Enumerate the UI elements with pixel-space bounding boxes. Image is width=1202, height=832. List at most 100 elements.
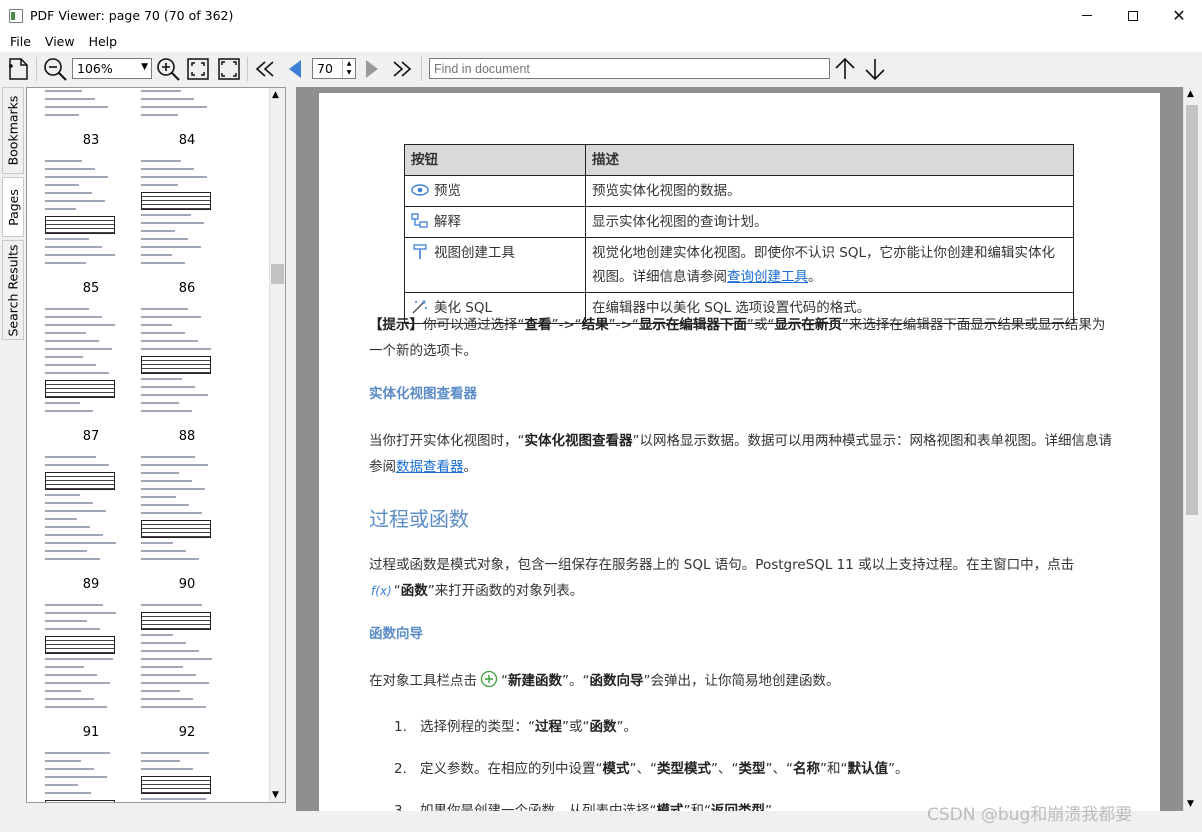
scroll-up-icon[interactable]: ▲ <box>272 90 279 100</box>
page-thumbnail[interactable] <box>137 88 217 126</box>
table-header: 按钮 <box>404 144 586 176</box>
tab-bookmarks[interactable]: Bookmarks <box>2 87 24 174</box>
tab-search-results[interactable]: Search Results <box>2 240 24 340</box>
page-thumbnail[interactable] <box>41 88 121 126</box>
scroll-handle[interactable] <box>271 264 284 284</box>
wizard-paragraph: 在对象工具栏点击 “新建函数”。“函数向导”会弹出，让你简易地创建函数。 <box>369 668 1114 694</box>
table-row: 预览 预览实体化视图的数据。 <box>404 175 1074 207</box>
query-builder-link[interactable]: 查询创建工具 <box>727 269 808 285</box>
thumbnail-page-number: 83 <box>82 133 100 148</box>
list-item: 2. 定义参数。在相应的列中设置“模式”、“类型模式”、“类型”、“名称”和“默认… <box>394 761 909 777</box>
scroll-handle[interactable] <box>1186 105 1198 515</box>
thumbnail-page-number: 88 <box>178 429 196 444</box>
double-chevron-left-icon <box>255 61 274 77</box>
buttons-table: 按钮 描述 预览 预览实体化视图的数据。 解释 显示实体化视图的查询计划。 视图… <box>404 144 1074 324</box>
double-chevron-right-icon <box>393 61 412 77</box>
tab-pages[interactable]: Pages <box>2 177 24 237</box>
list-item: 1. 选择例程的类型：“过程”或“函数”。 <box>394 719 637 735</box>
data-viewer-link[interactable]: 数据查看器 <box>396 459 464 475</box>
table-header: 描述 <box>585 144 1074 176</box>
previous-page-button[interactable] <box>284 56 306 82</box>
add-icon <box>480 670 498 688</box>
page-thumbnail[interactable] <box>137 304 217 422</box>
viewer-paragraph: 当你打开实体化视图时，“实体化视图查看器”以网格显示数据。数据可以用两种模式显示… <box>369 433 1112 475</box>
hammer-icon <box>413 244 427 259</box>
page-thumbnail[interactable] <box>137 156 217 274</box>
thumbnail-page-number: 87 <box>82 429 100 444</box>
triangle-right-icon <box>366 60 378 78</box>
thumbnail-page-number: 89 <box>82 577 100 592</box>
menu-help[interactable]: Help <box>82 34 125 49</box>
find-next-button[interactable] <box>863 56 887 82</box>
find-previous-button[interactable] <box>833 56 857 82</box>
page-thumbnail[interactable] <box>137 452 217 570</box>
list-item: 3. 如果你是创建一个函数，从列表中选择“模式”和“返回类型”。 <box>394 803 786 811</box>
zoom-in-button[interactable] <box>155 56 181 82</box>
button-name: 视图创建工具 <box>434 245 515 261</box>
zoom-out-icon <box>44 58 67 81</box>
scroll-down-icon[interactable]: ▼ <box>1187 799 1194 809</box>
document-view[interactable]: 按钮 描述 预览 预览实体化视图的数据。 解释 显示实体化视图的查询计划。 视图… <box>296 87 1200 811</box>
zoom-combo[interactable]: 106% ▼ <box>72 58 152 79</box>
wizard-heading: 函数向导 <box>369 626 423 642</box>
zoom-value: 106% <box>77 61 113 76</box>
viewer-heading: 实体化视图查看器 <box>369 386 477 402</box>
thumbnail-page-number: 91 <box>82 725 100 740</box>
tip-paragraph: 【提示】你可以通过选择“查看”->“结果”->“显示在编辑器下面”或“显示在新页… <box>369 317 1106 359</box>
menu-view[interactable]: View <box>38 34 82 49</box>
open-file-button[interactable] <box>6 56 32 82</box>
find-input[interactable] <box>429 58 830 79</box>
minimize-button[interactable] <box>1064 0 1110 31</box>
maximize-button[interactable] <box>1110 0 1156 31</box>
button-description: 预览实体化视图的数据。 <box>585 175 1074 207</box>
page-spinbox[interactable]: 70 ▲ ▼ <box>312 58 356 79</box>
spin-arrows-icon[interactable]: ▲ ▼ <box>342 59 355 78</box>
page-thumbnail[interactable] <box>41 600 121 718</box>
function-icon: f(x) <box>371 584 392 598</box>
page-thumbnail[interactable] <box>41 156 121 274</box>
thumbnail-scrollbar[interactable]: ▲ ▼ <box>269 88 285 802</box>
table-row: 视图创建工具 视觉化地创建实体化视图。即使你不认识 SQL，它亦能让你创建和编辑… <box>404 237 1074 293</box>
button-description: 显示实体化视图的查询计划。 <box>585 206 1074 238</box>
eye-icon <box>411 184 429 196</box>
next-page-button[interactable] <box>361 56 383 82</box>
last-page-button[interactable] <box>390 56 414 82</box>
first-page-button[interactable] <box>253 56 277 82</box>
section-paragraph: 过程或函数是模式对象，包含一组保存在服务器上的 SQL 语句。PostgreSQ… <box>369 557 1075 599</box>
button-description: 视觉化地创建实体化视图。即使你不认识 SQL，它亦能让你创建和编辑实体化视图。详… <box>585 237 1074 293</box>
fit-width-button[interactable] <box>217 56 241 82</box>
table-row: 解释 显示实体化视图的查询计划。 <box>404 206 1074 238</box>
button-name: 预览 <box>434 183 461 199</box>
pdf-page: 按钮 描述 预览 预览实体化视图的数据。 解释 显示实体化视图的查询计划。 视图… <box>319 93 1160 811</box>
thumbnail-page-number: 85 <box>82 281 100 296</box>
app-icon <box>9 8 23 23</box>
fit-page-icon <box>187 58 209 80</box>
toolbar: 106% ▼ 70 ▲ ▼ <box>0 52 1202 86</box>
triangle-left-icon <box>289 60 301 78</box>
menu-bar: File View Help <box>0 31 1202 52</box>
window-title: PDF Viewer: page 70 (70 of 362) <box>30 8 234 23</box>
button-name: 解释 <box>434 214 461 230</box>
menu-file[interactable]: File <box>0 34 38 49</box>
fit-page-button[interactable] <box>186 56 210 82</box>
close-button[interactable]: ✕ <box>1156 0 1202 31</box>
watermark: CSDN @bug和崩溃我都要 <box>927 805 1133 825</box>
arrow-up-icon <box>835 57 855 79</box>
scroll-up-icon[interactable]: ▲ <box>1187 89 1194 99</box>
thumbnail-page-number: 84 <box>178 133 196 148</box>
arrow-down-icon <box>865 59 885 81</box>
thumbnail-page-number: 90 <box>178 577 196 592</box>
scroll-down-icon[interactable]: ▼ <box>272 790 279 800</box>
zoom-out-button[interactable] <box>42 56 68 82</box>
open-file-icon <box>9 58 28 80</box>
page-thumbnail[interactable] <box>137 600 217 718</box>
page-thumbnail[interactable] <box>137 748 217 802</box>
page-thumbnail[interactable] <box>41 452 121 570</box>
document-scrollbar[interactable]: ▲ ▼ <box>1183 87 1200 811</box>
page-thumbnail[interactable] <box>41 748 121 802</box>
page-thumbnail[interactable] <box>41 304 121 422</box>
explain-icon <box>411 213 428 228</box>
thumbnail-panel[interactable]: 83 84 85 86 87 88 89 90 91 92 ▲ ▼ <box>26 87 286 803</box>
title-bar: PDF Viewer: page 70 (70 of 362) ✕ <box>0 0 1202 31</box>
side-tab-bar: Bookmarks Pages Search Results <box>2 87 24 347</box>
